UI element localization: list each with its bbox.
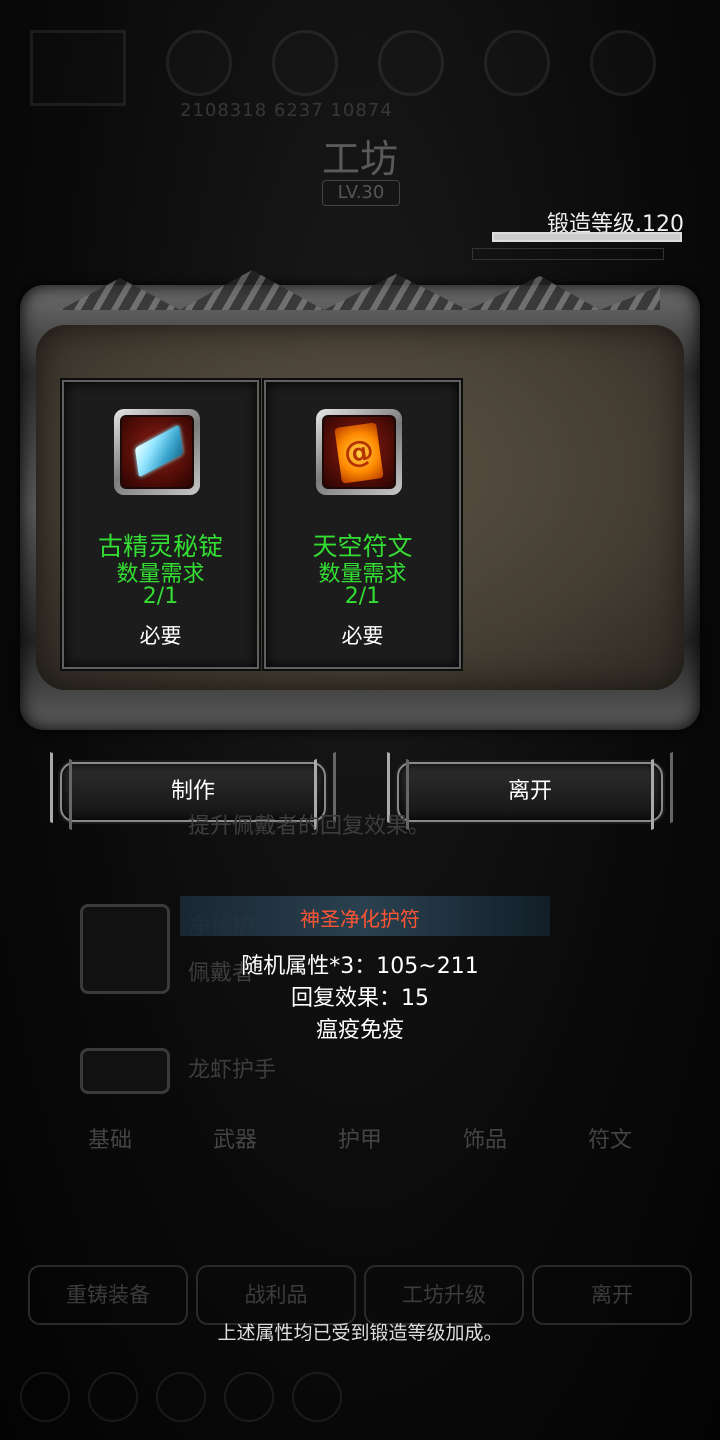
forge-level-progress-fill: [494, 234, 680, 240]
material-card-rune[interactable]: @ 天空符文 数量需求 2/1 必要: [264, 380, 461, 669]
resource-orb-icon: [378, 30, 444, 96]
menu-icon: [224, 1372, 274, 1422]
category-tabs: 基础 武器 护甲 饰品 符文: [55, 1122, 665, 1154]
resource-orb-icon: [166, 30, 232, 96]
item-slot: [120, 415, 194, 489]
tooltip-line: 瘟疫免疫: [315, 1018, 404, 1043]
material-count: 2/1: [142, 584, 179, 609]
background-leave-button[interactable]: 离开: [532, 1265, 692, 1325]
character-portrait-icon: [30, 30, 126, 106]
workshop-level-badge: LV.30: [322, 180, 400, 206]
tab-armor[interactable]: 护甲: [305, 1122, 415, 1154]
material-card-ingot[interactable]: 古精灵秘锭 数量需求 2/1 必要: [62, 380, 259, 669]
background-resources: 2108318 6237 10874: [180, 100, 393, 121]
tab-basic[interactable]: 基础: [55, 1122, 165, 1154]
menu-icon: [292, 1372, 342, 1422]
ingot-graphic: [134, 424, 184, 478]
tooltip-line: 随机属性*3：105~211: [241, 954, 479, 979]
tooltip-line: 回复效果：15: [291, 986, 429, 1011]
background-list-name: 龙虾护手: [188, 1058, 277, 1083]
material-required-tag: 必要: [139, 624, 182, 648]
material-count: 2/1: [344, 584, 381, 609]
menu-icon: [20, 1372, 70, 1422]
ancient-elf-ingot-icon: [114, 409, 200, 495]
reforge-button[interactable]: 重铸装备: [28, 1265, 188, 1325]
material-requirement-panel: 古精灵秘锭 数量需求 2/1 必要 @ 天空符文 数量需求 2/1 必要: [20, 270, 700, 730]
background-bar: [472, 248, 664, 260]
tooltip-title: 神圣净化护符: [300, 907, 420, 931]
tab-rune[interactable]: 符文: [555, 1122, 665, 1154]
bottom-icon-row: [20, 1372, 700, 1422]
menu-icon: [156, 1372, 206, 1422]
resource-orb-icon: [590, 30, 656, 96]
bottom-action-bar: 重铸装备 战利品 工坊升级 离开: [28, 1265, 692, 1325]
resource-orb-icon: [484, 30, 550, 96]
background-top-icons: [30, 30, 690, 106]
tab-weapon[interactable]: 武器: [180, 1122, 290, 1154]
tab-accessory[interactable]: 饰品: [430, 1122, 540, 1154]
forge-level-progress-bar: [492, 232, 682, 242]
background-list-desc: 提升佩戴者的回复效果。: [188, 814, 431, 839]
loot-button[interactable]: 战利品: [196, 1265, 356, 1325]
gauntlet-list-icon: [80, 1048, 170, 1094]
rune-graphic: @: [334, 422, 384, 484]
workshop-upgrade-button[interactable]: 工坊升级: [364, 1265, 524, 1325]
material-required-tag: 必要: [341, 624, 384, 648]
workshop-title: 工坊: [321, 137, 398, 181]
sky-rune-icon: @: [316, 409, 402, 495]
forge-bonus-notice: 上述属性均已受到锻造等级加成。: [217, 1322, 503, 1344]
menu-icon: [88, 1372, 138, 1422]
item-slot: @: [322, 415, 396, 489]
resource-orb-icon: [272, 30, 338, 96]
